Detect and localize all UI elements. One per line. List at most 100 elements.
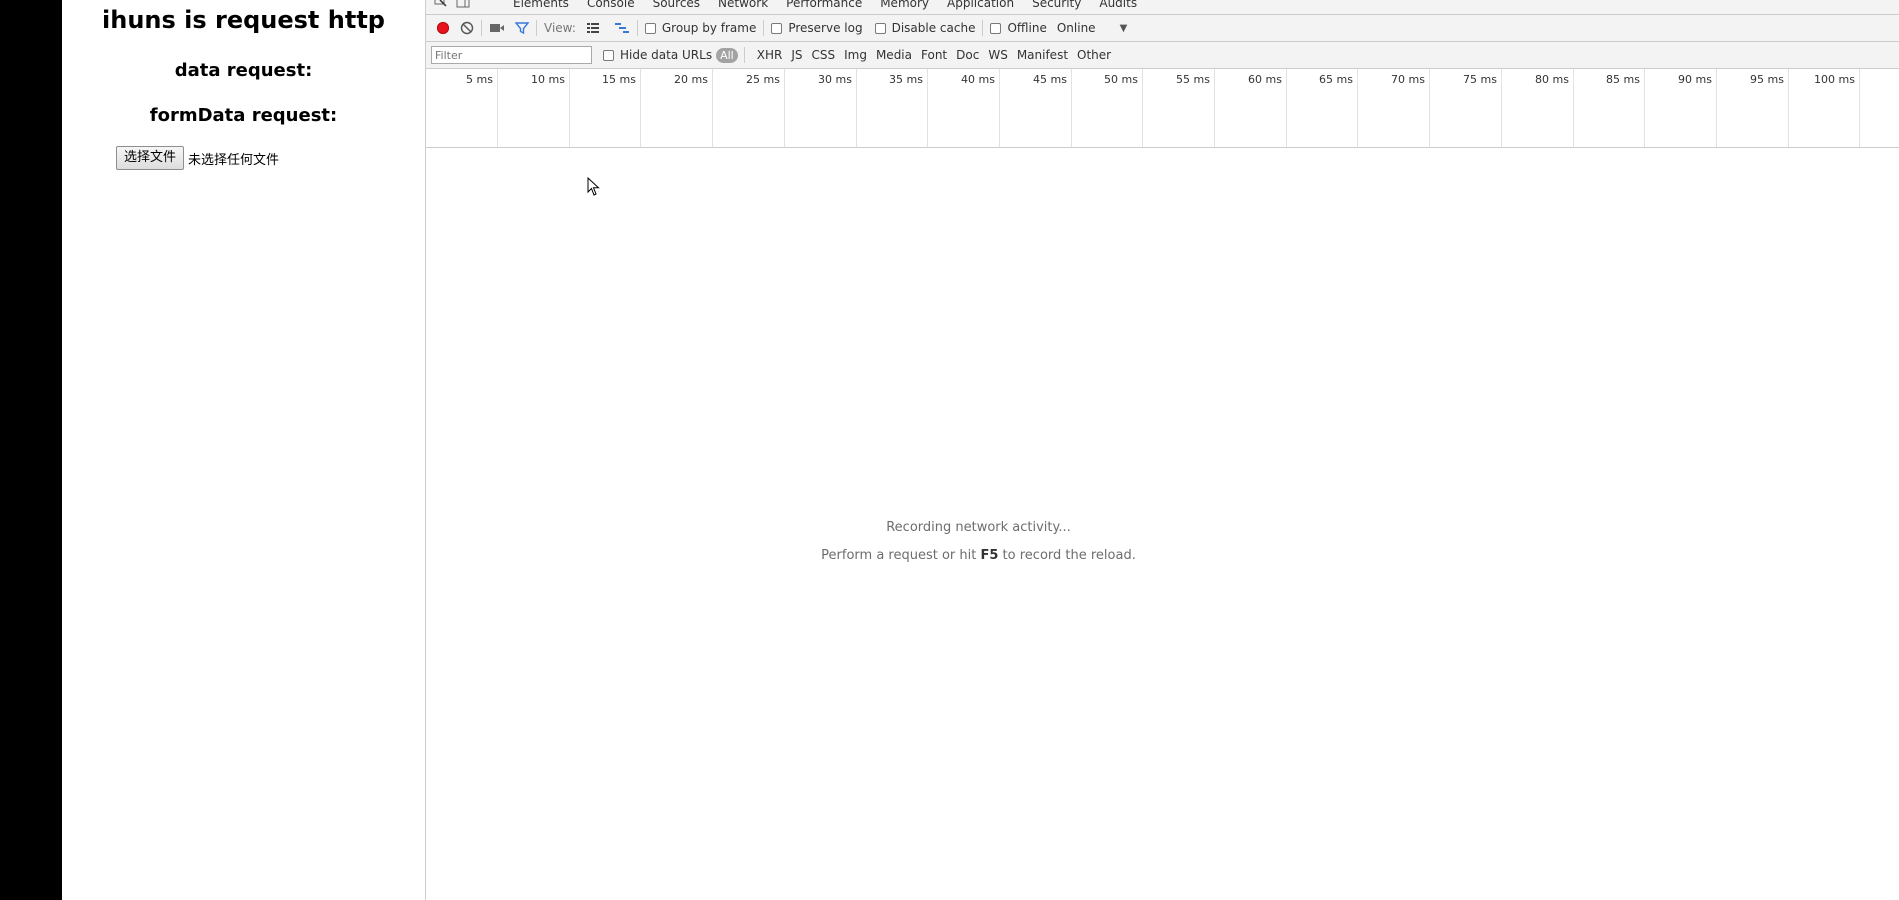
checkbox-box[interactable] — [603, 49, 614, 61]
toolbar-divider — [536, 20, 537, 36]
type-filter-ws[interactable]: WS — [988, 48, 1007, 62]
filterbar-divider — [743, 47, 745, 63]
timeline-tick-label: 55 ms — [1176, 73, 1210, 86]
disable-cache-checkbox[interactable]: Disable cache — [874, 21, 976, 35]
timeline-gridline — [927, 69, 928, 147]
timeline-gridline — [1716, 69, 1717, 147]
timeline-tick-label: 35 ms — [889, 73, 923, 86]
record-button[interactable] — [437, 22, 449, 34]
tab-sources[interactable]: Sources — [644, 0, 709, 14]
tab-console[interactable]: Console — [578, 0, 644, 14]
page-title: ihuns is request http — [102, 6, 385, 34]
clear-icon[interactable] — [460, 21, 474, 35]
timeline-tick-label: 50 ms — [1104, 73, 1138, 86]
chevron-down-icon[interactable]: ▼ — [1120, 23, 1128, 34]
type-filter-css[interactable]: CSS — [811, 48, 835, 62]
timeline-gridline — [712, 69, 713, 147]
recording-status-text: Recording network activity... — [886, 520, 1071, 535]
capture-screenshots-icon[interactable] — [489, 22, 505, 34]
tab-memory[interactable]: Memory — [871, 0, 938, 14]
timeline-gridline — [1357, 69, 1358, 147]
mouse-cursor-icon — [587, 177, 600, 196]
group-by-frame-checkbox[interactable]: Group by frame — [644, 21, 756, 35]
timeline-tick-label: 45 ms — [1033, 73, 1067, 86]
toolbar-divider — [982, 20, 984, 36]
timeline-tick-label: 60 ms — [1248, 73, 1282, 86]
toolbar-divider — [481, 20, 482, 36]
toolbar-divider — [763, 20, 765, 36]
throttle-select[interactable]: Online — [1057, 21, 1096, 35]
file-input[interactable]: 选择文件 未选择任何文件 — [116, 146, 279, 170]
timeline-tick-label: 95 ms — [1750, 73, 1784, 86]
type-filter-doc[interactable]: Doc — [956, 48, 979, 62]
checkbox-box[interactable] — [874, 22, 886, 34]
timeline-tick-label: 10 ms — [531, 73, 565, 86]
formdata-request-heading: formData request: — [149, 105, 338, 126]
overview-waterfall-icon[interactable] — [614, 22, 630, 34]
hint-suffix: to record the reload. — [998, 548, 1136, 563]
timeline-tick-label: 15 ms — [602, 73, 636, 86]
timeline-tick-label: 40 ms — [961, 73, 995, 86]
timeline-gridline — [999, 69, 1000, 147]
checkbox-box[interactable] — [990, 22, 1002, 34]
network-toolbar: View: Group by frame Preserve log Disabl… — [426, 15, 1899, 42]
type-filter-media[interactable]: Media — [876, 48, 912, 62]
timeline-tick-label: 100 ms — [1814, 73, 1855, 86]
empty-state: Recording network activity... Perform a … — [426, 147, 1899, 900]
offline-checkbox[interactable]: Offline — [990, 21, 1047, 35]
type-filter-js[interactable]: JS — [791, 48, 802, 62]
devtools-tabbar: Elements Console Sources Network Performance… — [426, 0, 1899, 15]
tab-application[interactable]: Application — [938, 0, 1023, 14]
timeline-tick-label: 5 ms — [466, 73, 493, 86]
timeline-gridline — [1859, 69, 1860, 147]
inspect-element-icon[interactable] — [434, 0, 448, 8]
view-label: View: — [544, 21, 576, 35]
timeline-gridline — [1214, 69, 1215, 147]
checkbox-box[interactable] — [771, 22, 783, 34]
timeline-tick-label: 25 ms — [746, 73, 780, 86]
type-filter-img[interactable]: Img — [844, 48, 867, 62]
hide-data-urls-label: Hide data URLs — [620, 48, 713, 62]
reload-hint-text: Perform a request or hit F5 to record th… — [426, 548, 1531, 563]
hide-data-urls-checkbox[interactable]: Hide data URLs — [603, 48, 712, 62]
timeline-gridline — [1644, 69, 1645, 147]
timeline-tick-label: 85 ms — [1606, 73, 1640, 86]
timeline-tick-label: 30 ms — [818, 73, 852, 86]
type-filter-manifest[interactable]: Manifest — [1017, 48, 1068, 62]
tab-elements[interactable]: Elements — [504, 0, 578, 14]
hint-prefix: Perform a request or hit — [821, 548, 981, 563]
type-filter-xhr[interactable]: XHR — [757, 48, 783, 62]
timeline-tick-label: 75 ms — [1463, 73, 1497, 86]
tab-audits[interactable]: Audits — [1090, 0, 1146, 14]
preserve-log-checkbox[interactable]: Preserve log — [771, 21, 863, 35]
file-status-text: 未选择任何文件 — [188, 152, 280, 168]
hint-key: F5 — [980, 548, 999, 563]
filter-icon[interactable] — [515, 21, 529, 35]
choose-file-button[interactable]: 选择文件 — [116, 146, 185, 170]
device-toolbar-icon[interactable] — [456, 0, 470, 8]
webpage: ihuns is request http data request: form… — [62, 0, 425, 900]
tab-security[interactable]: Security — [1023, 0, 1090, 14]
tab-network[interactable]: Network — [709, 0, 777, 14]
timeline-tick-label: 65 ms — [1319, 73, 1353, 86]
timeline-gridline — [497, 69, 498, 147]
disable-cache-label: Disable cache — [891, 21, 976, 35]
large-rows-icon[interactable] — [586, 22, 600, 34]
network-overview-timeline[interactable]: 5 ms 10 ms 15 ms 20 ms 25 ms 30 ms 35 ms 40 ms 4… — [426, 69, 1899, 148]
timeline-tick-label: 70 ms — [1391, 73, 1425, 86]
timeline-tick-label: 90 ms — [1678, 73, 1712, 86]
type-filter-all[interactable]: All — [716, 47, 738, 63]
left-black-margin — [0, 0, 62, 900]
type-filter-font[interactable]: Font — [921, 48, 947, 62]
checkbox-box[interactable] — [644, 22, 656, 34]
filter-input[interactable] — [431, 46, 592, 64]
timeline-tick-label: 1 — [1861, 73, 1899, 86]
timeline-gridline — [784, 69, 785, 147]
timeline-gridline — [1142, 69, 1143, 147]
tab-performance[interactable]: Performance — [777, 0, 871, 14]
type-filter-other[interactable]: Other — [1077, 48, 1111, 62]
timeline-gridline — [1501, 69, 1502, 147]
devtools-panel: Elements Console Sources Network Performance… — [425, 0, 1899, 900]
toolbar-divider — [636, 20, 638, 36]
timeline-gridline — [1429, 69, 1430, 147]
